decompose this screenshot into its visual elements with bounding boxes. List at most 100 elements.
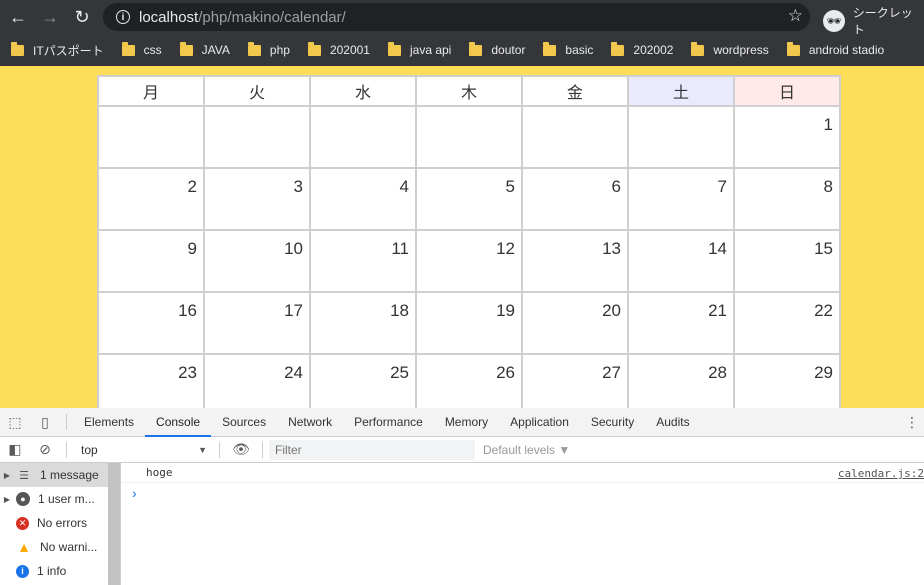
bookmark-item[interactable]: JAVA	[179, 41, 230, 57]
console-sidebar-item[interactable]: ✕ No errors	[0, 511, 120, 535]
browser-toolbar: ← → ↻ i localhost/php/makino/calendar/ ☆…	[0, 0, 924, 37]
bookmark-item[interactable]: 202001	[307, 41, 370, 57]
calendar-day-cell: 18	[309, 291, 417, 355]
console-message-text: hoge	[146, 466, 173, 479]
weekday-header: 水	[309, 75, 417, 107]
devtools-tab-elements[interactable]: Elements	[73, 408, 145, 437]
calendar-day-cell	[521, 105, 629, 169]
bookmark-item[interactable]: wordpress	[691, 41, 769, 57]
bookmark-label: java api	[409, 43, 452, 57]
calendar-day-cell: 29	[733, 353, 841, 408]
calendar-day-cell: 2	[97, 167, 205, 231]
incognito-icon: 🕶	[823, 10, 845, 32]
calendar-day-cell: 22	[733, 291, 841, 355]
reload-icon: ↻	[74, 6, 90, 27]
inspect-element-icon[interactable]: ⬚	[0, 414, 30, 431]
bookmark-item[interactable]: android stadio	[786, 41, 885, 57]
bookmark-item[interactable]: java api	[387, 41, 452, 57]
prompt-chevron-icon: ›	[132, 485, 137, 501]
folder-icon	[11, 41, 24, 56]
weekday-header: 火	[203, 75, 311, 107]
back-button[interactable]: ←	[4, 3, 32, 31]
bookmark-item[interactable]: doutor	[469, 41, 526, 57]
forward-button[interactable]: →	[36, 3, 64, 31]
bookmark-item[interactable]: ITパスポート	[11, 41, 104, 59]
bookmark-label: 202002	[633, 43, 674, 57]
console-messages: hoge calendar.js:2 ›	[122, 463, 924, 585]
clear-console-icon[interactable]: ⊘	[30, 441, 60, 458]
folder-icon	[786, 41, 800, 56]
calendar-body: 1 2 3 4 5 6 7 8 9 10 11 12 13 14 15 16 17 18 19 20 21 22 23 24 2…	[97, 105, 841, 408]
bookmark-label: basic	[565, 43, 594, 57]
folder-icon	[387, 41, 401, 56]
devtools-tab-network[interactable]: Network	[277, 408, 343, 437]
folder-icon	[247, 41, 261, 56]
bookmark-item[interactable]: css	[121, 41, 162, 57]
live-expression-eye-icon[interactable]: 👁	[226, 441, 256, 458]
incognito-label: シークレット	[852, 6, 913, 37]
context-value: top	[81, 442, 98, 457]
calendar-week-row: 23 24 25 26 27 28 29	[97, 353, 841, 408]
sidebar-item-label: No warni...	[40, 540, 98, 554]
sidebar-scrollbar[interactable]	[108, 463, 120, 585]
console-prompt[interactable]: ›	[122, 483, 924, 503]
address-bar[interactable]: i localhost/php/makino/calendar/ ☆	[103, 3, 810, 31]
console-sidebar-item[interactable]: ▶ ☰ 1 message	[0, 463, 120, 487]
context-select[interactable]: top ▼	[73, 443, 213, 457]
info-icon: i	[16, 564, 29, 578]
calendar-day-cell: 19	[415, 291, 523, 355]
sidebar-toggle-icon[interactable]: ◧	[0, 441, 30, 458]
calendar-day-cell: 28	[627, 353, 735, 408]
sidebar-item-label: 1 info	[37, 564, 67, 578]
console-sidebar-item[interactable]: i 1 info	[0, 559, 120, 583]
calendar-table: 月火水木金土日 1 2 3 4 5 6 7 8 9 10 11 12 13 14 15 16 17 18 19 20 2…	[97, 75, 841, 408]
folder-icon	[543, 41, 557, 56]
calendar-day-cell: 10	[203, 229, 311, 293]
calendar-day-cell: 27	[521, 353, 629, 408]
console-sidebar: ▶ ☰ 1 message ▶ ● 1 user m... ✕ No errors ▲ No wa…	[0, 463, 121, 585]
bookmark-star-icon[interactable]: ☆	[788, 6, 803, 26]
devtools-tab-sources[interactable]: Sources	[211, 408, 277, 437]
site-info-icon[interactable]: i	[116, 10, 130, 24]
devtools-tab-audits[interactable]: Audits	[645, 408, 700, 437]
folder-icon	[121, 41, 135, 56]
bookmark-label: android stadio	[808, 43, 885, 57]
devtools-tab-application[interactable]: Application	[499, 408, 580, 437]
bookmark-item[interactable]: php	[247, 41, 290, 57]
divider	[66, 441, 67, 458]
calendar-day-cell	[97, 105, 205, 169]
reload-button[interactable]: ↻	[68, 3, 96, 31]
console-filter-input[interactable]	[269, 439, 475, 460]
error-icon: ✕	[16, 516, 29, 530]
user-icon: ●	[16, 492, 30, 506]
bookmark-label: php	[269, 43, 290, 57]
calendar-day-cell: 7	[627, 167, 735, 231]
calendar-day-cell: 21	[627, 291, 735, 355]
divider	[262, 441, 263, 458]
console-message-source-link[interactable]: calendar.js:2	[838, 467, 924, 480]
url-path: /php/makino/calendar/	[198, 8, 346, 26]
calendar-day-cell: 16	[97, 291, 205, 355]
calendar-day-cell: 5	[415, 167, 523, 231]
log-levels-dropdown[interactable]: Default levels ▼	[483, 443, 570, 457]
divider	[66, 414, 67, 430]
devtools-tab-console[interactable]: Console	[145, 408, 212, 437]
devtools-tab-security[interactable]: Security	[580, 408, 645, 437]
bookmark-label: doutor	[491, 43, 526, 57]
forward-arrow-icon: →	[41, 6, 59, 27]
device-toolbar-icon[interactable]: ▯	[30, 414, 60, 431]
devtools-tab-memory[interactable]: Memory	[434, 408, 499, 437]
devtools-tab-performance[interactable]: Performance	[343, 408, 434, 437]
weekday-header: 金	[521, 75, 629, 107]
incognito-profile[interactable]: 🕶 シークレット	[823, 4, 924, 38]
console-sidebar-item[interactable]: ▶ ● 1 user m...	[0, 487, 120, 511]
calendar-day-cell: 4	[309, 167, 417, 231]
calendar-day-cell: 8	[733, 167, 841, 231]
console-sidebar-item[interactable]: ▲ No warni...	[0, 535, 120, 559]
more-options-icon[interactable]: ⋮	[900, 414, 924, 431]
bookmark-item[interactable]: basic	[543, 41, 594, 57]
chevron-down-icon: ▼	[198, 444, 207, 455]
calendar-week-row: 9 10 11 12 13 14 15	[97, 229, 841, 293]
calendar-day-cell	[415, 105, 523, 169]
bookmark-item[interactable]: 202002	[611, 41, 674, 57]
